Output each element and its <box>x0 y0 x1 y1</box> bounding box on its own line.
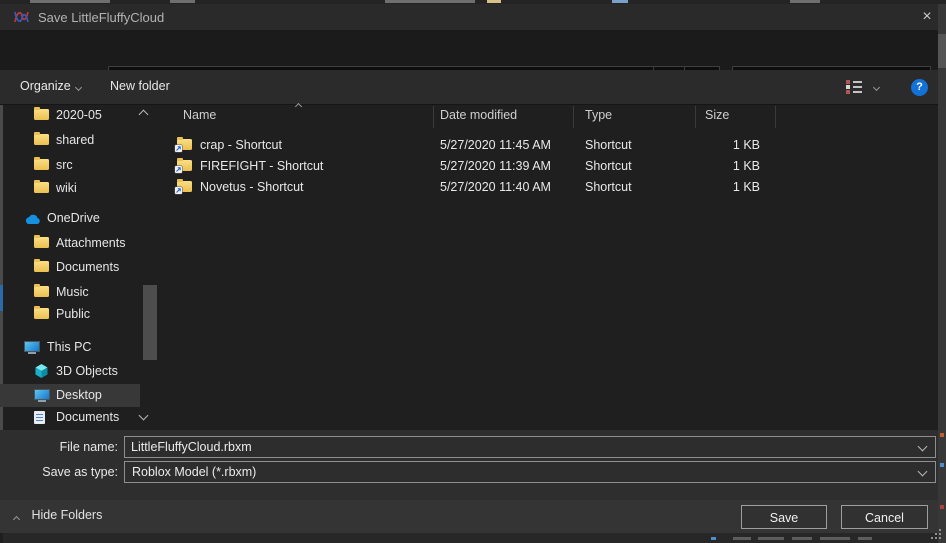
column-header-size[interactable]: Size <box>705 108 729 122</box>
folder-icon <box>34 159 49 170</box>
sidebar-item-music[interactable]: Music <box>0 281 140 304</box>
chevron-up-icon <box>13 516 20 523</box>
column-header-name[interactable]: Name <box>183 108 216 122</box>
desktop-monitor-icon <box>34 389 50 402</box>
folder-icon <box>34 308 49 319</box>
save-button[interactable]: Save <box>741 505 827 529</box>
novetus-logo-icon <box>13 9 30 28</box>
sidebar-item-src[interactable]: src <box>0 154 140 177</box>
file-name-combo[interactable] <box>124 436 936 458</box>
folder-icon <box>34 286 49 297</box>
file-row-crap-shortcut[interactable]: crap - Shortcut 5/27/2020 11:45 AM Short… <box>160 135 938 156</box>
sidebar-item-2020-05[interactable]: 2020-05 <box>0 104 140 127</box>
sidebar-item-desktop[interactable]: Desktop <box>0 384 140 407</box>
folder-icon <box>34 182 49 193</box>
command-toolbar: Organize New folder <box>0 70 938 105</box>
folder-icon <box>34 134 49 145</box>
save-as-type-chevron-icon[interactable] <box>918 467 928 477</box>
folder-icon <box>34 237 49 248</box>
organize-chevron-icon <box>75 84 82 91</box>
folder-shortcut-icon <box>177 139 192 150</box>
sidebar-item-documents[interactable]: Documents <box>0 406 140 429</box>
cancel-button[interactable]: Cancel <box>841 505 928 529</box>
file-row-novetus-shortcut[interactable]: Novetus - Shortcut 5/27/2020 11:40 AM Sh… <box>160 177 938 198</box>
file-name-label: File name: <box>0 440 118 454</box>
window-title: Save LittleFluffyCloud <box>38 10 164 25</box>
file-list: Name Date modified Type Size crap - Shor… <box>160 104 938 430</box>
file-name-chevron-icon[interactable] <box>918 442 928 452</box>
folder-icon <box>34 261 49 272</box>
sidebar-item-3d-objects[interactable]: 3D Objects <box>0 360 140 383</box>
folder-shortcut-icon <box>177 160 192 171</box>
close-button[interactable]: × <box>916 6 938 28</box>
save-as-type-select[interactable]: Roblox Model (*.rbxm) <box>124 461 936 483</box>
help-button[interactable]: ? <box>911 79 928 96</box>
sidebar-item-this-pc[interactable]: This PC <box>0 336 140 359</box>
computer-monitor-icon <box>24 341 40 354</box>
sidebar-item-shared[interactable]: shared <box>0 129 140 152</box>
document-icon <box>34 411 45 424</box>
save-as-type-value: Roblox Model (*.rbxm) <box>132 465 256 479</box>
file-name-input[interactable] <box>125 437 911 456</box>
background-window-right-sliver <box>938 4 946 543</box>
column-header-date-modified[interactable]: Date modified <box>440 108 517 122</box>
footer-bar: Hide Folders Save Cancel <box>0 500 938 533</box>
new-folder-button[interactable]: New folder <box>110 79 170 93</box>
folder-shortcut-icon <box>177 181 192 192</box>
navigation-bar: ← → ↑ This PC Desktop ↻ <box>0 30 938 70</box>
sidebar-item-public[interactable]: Public <box>0 303 140 326</box>
sidebar-item-documents-onedrive[interactable]: Documents <box>0 256 140 279</box>
background-window-bottom-sliver <box>3 533 938 543</box>
file-row-firefight-shortcut[interactable]: FIREFIGHT - Shortcut 5/27/2020 11:39 AM … <box>160 156 938 177</box>
save-as-type-label: Save as type: <box>0 465 118 479</box>
column-header-type[interactable]: Type <box>585 108 612 122</box>
resize-grip[interactable] <box>939 537 941 539</box>
change-view-icon[interactable] <box>846 80 862 93</box>
sort-ascending-icon <box>295 103 302 110</box>
save-dialog: Save LittleFluffyCloud × ← → ↑ This PC D… <box>0 0 946 543</box>
sidebar-item-wiki[interactable]: wiki <box>0 177 140 200</box>
sidebar-item-onedrive[interactable]: OneDrive <box>0 207 140 230</box>
view-chevron-icon[interactable] <box>873 84 880 91</box>
organize-button[interactable]: Organize <box>20 79 71 93</box>
cube-3d-icon <box>34 363 49 382</box>
sidebar-scroll-up-icon[interactable] <box>139 110 149 120</box>
sidebar-item-attachments[interactable]: Attachments <box>0 232 140 255</box>
folder-icon <box>34 109 49 120</box>
hide-folders-button[interactable]: Hide Folders <box>14 508 102 526</box>
filename-section: File name: Save as type: Roblox Model (*… <box>0 430 938 500</box>
onedrive-cloud-icon <box>24 213 42 228</box>
sidebar-scrollbar-thumb[interactable] <box>143 285 157 360</box>
title-bar: Save LittleFluffyCloud × <box>0 4 938 30</box>
sidebar-scroll-down-icon[interactable] <box>139 411 149 421</box>
